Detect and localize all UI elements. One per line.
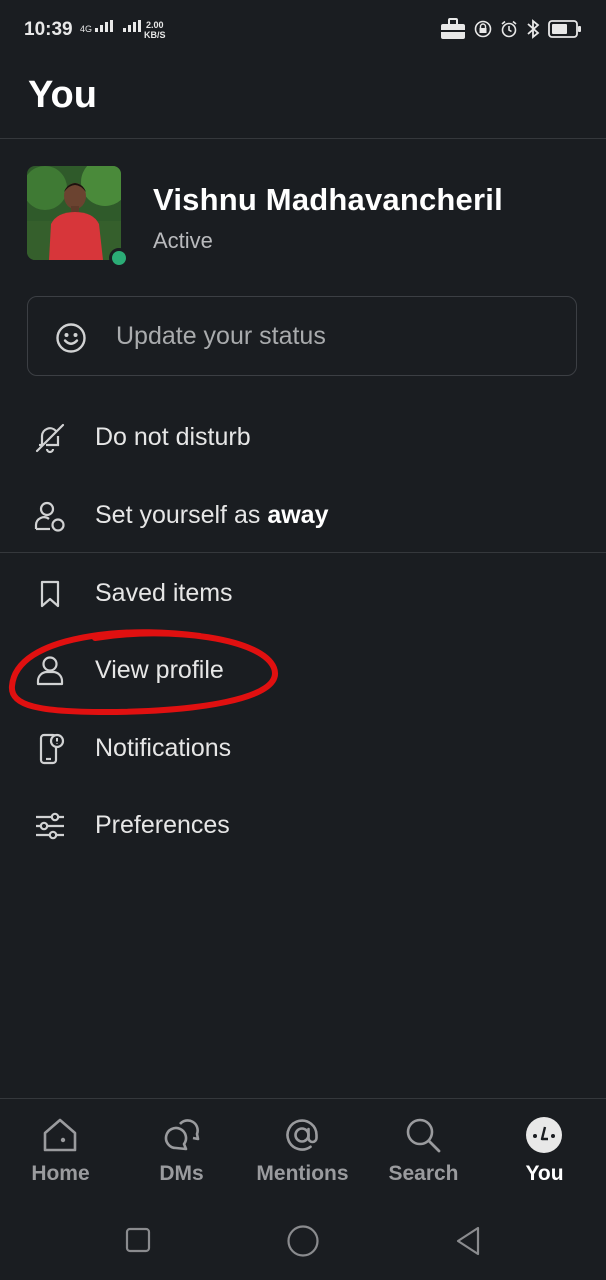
bell-off-icon xyxy=(35,423,65,454)
bluetooth-icon xyxy=(527,19,540,39)
status-bar: 10:39 4G 2.00 KB/S xyxy=(0,0,606,62)
presence-indicator xyxy=(109,248,129,268)
recents-icon[interactable] xyxy=(125,1227,151,1253)
tab-dms[interactable]: DMs xyxy=(121,1099,242,1211)
bottom-tab-bar: Home DMs Mentions Search You xyxy=(0,1098,606,1211)
user-presence-status: Active xyxy=(153,228,213,253)
update-status-input[interactable]: Update your status xyxy=(27,296,577,376)
tab-mentions[interactable]: Mentions xyxy=(242,1099,363,1211)
tab-you[interactable]: You xyxy=(484,1099,605,1211)
menu-label-dnd: Do not disturb xyxy=(95,423,251,451)
menu-label-preferences: Preferences xyxy=(95,811,230,839)
away-prefix: Set yourself as xyxy=(95,501,268,529)
menu-label-notifications: Notifications xyxy=(95,734,232,762)
briefcase-icon xyxy=(441,18,465,39)
back-icon[interactable] xyxy=(454,1225,482,1257)
tab-search[interactable]: Search xyxy=(363,1099,484,1211)
person-away-icon xyxy=(34,501,65,532)
away-bold: away xyxy=(267,501,329,529)
profile-summary[interactable]: Vishnu Madhavancheril Active xyxy=(27,166,587,268)
avatar[interactable] xyxy=(27,166,121,260)
network-type: 4G xyxy=(80,24,93,34)
menu-label-saved: Saved items xyxy=(95,579,233,607)
you-avatar-icon xyxy=(526,1117,562,1153)
bookmark-icon xyxy=(40,580,60,608)
tab-label-dms: DMs xyxy=(159,1162,204,1185)
battery-icon xyxy=(548,20,581,38)
status-icons xyxy=(440,18,582,40)
network-speed: 2.00 KB/S xyxy=(144,20,166,40)
menu-divider xyxy=(0,552,606,553)
status-placeholder: Update your status xyxy=(116,322,326,350)
menu-item-saved-items[interactable]: Saved items xyxy=(0,559,606,629)
tab-label-search: Search xyxy=(388,1162,459,1185)
person-icon xyxy=(36,656,64,686)
menu-label-away: Set yourself as away xyxy=(95,501,328,530)
tab-label-you: You xyxy=(525,1162,564,1185)
home-icon xyxy=(43,1118,77,1152)
chat-bubbles-icon xyxy=(164,1119,200,1151)
page-title: You xyxy=(28,74,97,116)
tab-label-home: Home xyxy=(31,1162,90,1185)
at-sign-icon xyxy=(286,1119,318,1151)
menu-item-set-away[interactable]: Set yourself as away xyxy=(0,481,606,551)
page-header: You xyxy=(0,62,606,139)
home-nav-icon[interactable] xyxy=(286,1224,320,1258)
menu-item-view-profile[interactable]: View profile xyxy=(0,636,606,706)
speed-value: 2.00 xyxy=(145,20,164,30)
speed-unit: KB/S xyxy=(144,30,166,40)
menu-item-do-not-disturb[interactable]: Do not disturb xyxy=(0,403,606,473)
alarm-icon xyxy=(501,20,517,38)
network-indicator: 4G xyxy=(80,20,147,34)
sliders-icon xyxy=(36,812,64,840)
smiley-icon xyxy=(56,323,86,353)
clock: 10:39 xyxy=(24,19,73,40)
menu-label-view-profile: View profile xyxy=(95,656,224,684)
avatar-photo xyxy=(27,166,121,260)
search-icon xyxy=(406,1118,441,1153)
tab-label-mentions: Mentions xyxy=(256,1162,349,1185)
lock-rotation-icon xyxy=(474,20,492,38)
signal-icon xyxy=(94,20,141,32)
system-nav-bar xyxy=(0,1210,606,1280)
user-name: Vishnu Madhavancheril xyxy=(153,182,503,217)
menu-item-preferences[interactable]: Preferences xyxy=(0,791,606,861)
phone-notification-icon xyxy=(39,733,65,765)
tab-home[interactable]: Home xyxy=(0,1099,121,1211)
menu-item-notifications[interactable]: Notifications xyxy=(0,714,606,784)
